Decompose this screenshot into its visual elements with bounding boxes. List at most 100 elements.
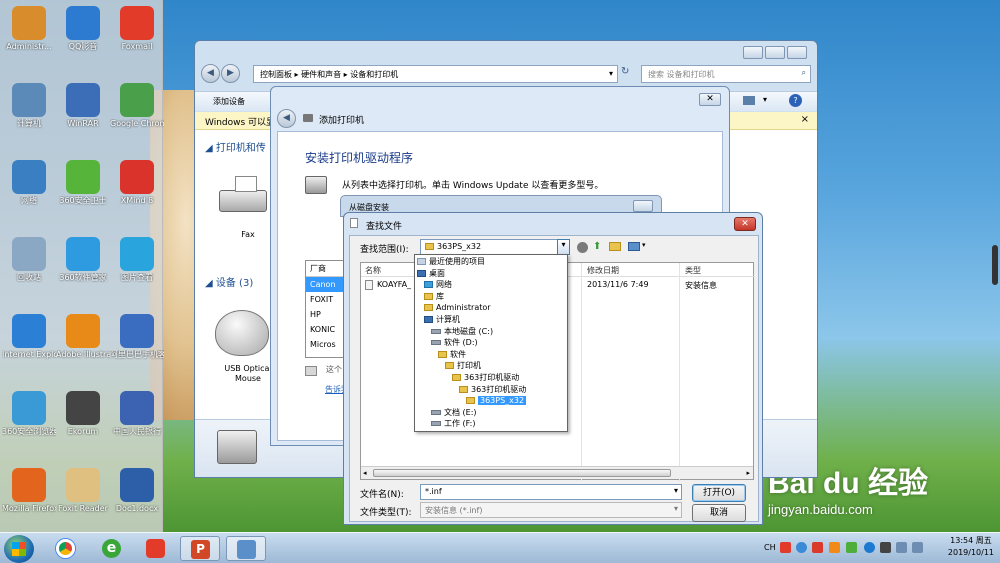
volume-tray-icon[interactable]: [912, 542, 923, 553]
manufacturer-list[interactable]: 厂商 Canon FOXIT HP KONIC Micros: [305, 260, 345, 358]
wizard-back-icon[interactable]: ◀: [277, 109, 296, 128]
lookin-list-item[interactable]: 打印机: [445, 360, 481, 371]
a-tray-icon[interactable]: [829, 542, 840, 553]
lookin-list-item[interactable]: 本地磁盘 (C:): [431, 326, 493, 337]
desktop-icon[interactable]: Mozilla Firefox: [2, 468, 56, 530]
desktop-icon[interactable]: Adobe Illustrato...: [56, 314, 110, 376]
help-tray-icon[interactable]: [796, 542, 807, 553]
desktop-icon[interactable]: 阿里巴巴手机客户端: [110, 314, 164, 376]
scroll-right-icon[interactable]: ▸: [746, 469, 750, 477]
horizontal-scrollbar[interactable]: ◂ ▸: [361, 466, 753, 479]
back-icon[interactable]: ◀: [201, 64, 220, 83]
lookin-list-item[interactable]: 软件: [438, 349, 466, 360]
start-button[interactable]: [4, 535, 34, 563]
view-icon[interactable]: [743, 96, 755, 105]
manufacturer-header[interactable]: 厂商: [306, 261, 344, 277]
lookin-list-item[interactable]: Administrator: [424, 302, 491, 313]
lookin-dropdown-icon[interactable]: ▾: [557, 239, 570, 255]
bluetooth-tray-icon[interactable]: [864, 542, 875, 553]
lookin-list-item[interactable]: 库: [424, 291, 444, 302]
desktop-icon[interactable]: 回收站: [2, 237, 56, 299]
desktop-icon[interactable]: Ekorum: [56, 391, 110, 453]
manufacturer-item[interactable]: Micros: [306, 337, 344, 352]
refresh-icon[interactable]: ↻: [621, 66, 629, 77]
lookin-list-item[interactable]: 网络: [424, 279, 452, 290]
360-tray-icon[interactable]: [846, 542, 857, 553]
lookin-list-item[interactable]: 软件 (D:): [431, 337, 478, 348]
address-dropdown-icon[interactable]: ▾: [609, 69, 613, 78]
network-tray-icon[interactable]: [896, 542, 907, 553]
breadcrumb-part[interactable]: 硬件和声音: [301, 70, 341, 79]
new-folder-icon[interactable]: [609, 242, 621, 251]
filename-input[interactable]: *.inf ▾: [420, 484, 682, 500]
address-field[interactable]: 控制面板 ▸ 硬件和声音 ▸ 设备和打印机 ▾: [253, 65, 618, 83]
desktop-icon[interactable]: Foxmail: [110, 6, 164, 68]
desktop-icon[interactable]: Doc1.docx: [110, 468, 164, 530]
sogou-tray-icon[interactable]: [780, 542, 791, 553]
up-folder-icon[interactable]: ⬆: [593, 241, 601, 252]
manufacturer-item[interactable]: Canon: [306, 277, 344, 292]
desktop-icon[interactable]: Foxit Reader: [56, 468, 110, 530]
lookin-list-item[interactable]: 计算机: [424, 314, 460, 325]
manufacturer-item[interactable]: HP: [306, 307, 344, 322]
lookin-list-item[interactable]: 363打印机驱动: [452, 372, 519, 383]
desktop-icon[interactable]: XMind 8: [110, 160, 164, 222]
chrome-taskbar-icon[interactable]: [46, 536, 86, 561]
desktop-icon[interactable]: 360安全卫士: [56, 160, 110, 222]
desktop-icon[interactable]: Google Chrome: [110, 83, 164, 145]
desktop-icon[interactable]: Administr...: [2, 6, 56, 68]
desktop-icon[interactable]: 中国人民银行: [110, 391, 164, 453]
lookin-list-item[interactable]: 363打印机驱动: [459, 384, 526, 395]
maximize-button[interactable]: [765, 46, 785, 59]
manufacturer-item[interactable]: KONIC: [306, 322, 344, 337]
wizard-close-button[interactable]: ✕: [699, 93, 721, 106]
desktop-icon[interactable]: 360安全浏览器: [2, 391, 56, 453]
breadcrumb-part[interactable]: 设备和打印机: [350, 70, 398, 79]
find-close-button[interactable]: ✕: [734, 217, 756, 231]
minimize-button[interactable]: [743, 46, 763, 59]
lookin-list-item[interactable]: 文档 (E:): [431, 407, 477, 418]
col-type[interactable]: 类型: [685, 265, 701, 276]
scrollbar-thumb[interactable]: [373, 469, 671, 477]
back-folder-icon[interactable]: [577, 242, 588, 253]
security-tray-icon[interactable]: [812, 542, 823, 553]
view-menu-dropdown-icon[interactable]: ▾: [642, 241, 646, 249]
filetype-select[interactable]: 安装信息 (*.inf) ▾: [420, 502, 682, 518]
clock[interactable]: 13:54 周五 2019/10/11: [948, 535, 994, 559]
filename-dropdown-icon[interactable]: ▾: [674, 486, 678, 495]
360-taskbar-icon[interactable]: [136, 536, 176, 561]
mouse-icon[interactable]: [215, 310, 269, 356]
filetype-dropdown-icon[interactable]: ▾: [674, 504, 678, 513]
add-device-button[interactable]: 添加设备: [213, 97, 245, 106]
antivirus-tray-icon[interactable]: [880, 542, 891, 553]
scroll-left-icon[interactable]: ◂: [363, 469, 367, 477]
ie-taskbar-icon[interactable]: e: [92, 536, 132, 561]
lookin-list-item[interactable]: 最近使用的项目: [417, 256, 485, 267]
fax-printer-icon[interactable]: [217, 176, 269, 222]
desktop-icon[interactable]: Internet Explorer: [2, 314, 56, 376]
open-button[interactable]: 打开(O): [692, 484, 746, 502]
col-name[interactable]: 名称: [365, 265, 381, 276]
view-dropdown-icon[interactable]: ▾: [763, 95, 767, 104]
lookin-dropdown-list[interactable]: 最近使用的项目 桌面 网络库 Administrator 计算机 本地磁盘 (C:) 软件 …: [414, 254, 568, 432]
cancel-button[interactable]: 取消: [692, 504, 746, 522]
lookin-combo[interactable]: 363PS_x32 ▾: [420, 239, 570, 255]
lookin-list-item[interactable]: 363PS_x32: [466, 395, 527, 406]
section-devices-header[interactable]: ◢ 设备 (3): [205, 274, 253, 289]
desktop-icon[interactable]: 图片查看: [110, 237, 164, 299]
powerpoint-taskbar-icon[interactable]: P: [180, 536, 220, 561]
desktop-icon[interactable]: 计算机: [2, 83, 56, 145]
col-date[interactable]: 修改日期: [587, 265, 619, 276]
input-language[interactable]: CH: [764, 543, 776, 552]
help-icon[interactable]: ?: [789, 94, 802, 107]
desktop-icon[interactable]: WinRAR: [56, 83, 110, 145]
info-bar-close-icon[interactable]: ×: [801, 114, 809, 125]
control-panel-taskbar-icon[interactable]: [226, 536, 266, 561]
manufacturer-item[interactable]: FOXIT: [306, 292, 344, 307]
desktop-icon[interactable]: 360软件管家: [56, 237, 110, 299]
forward-icon[interactable]: ▶: [221, 64, 240, 83]
disk-close-button[interactable]: [633, 200, 653, 212]
screen-side-handle[interactable]: [992, 245, 998, 285]
section-printers-header[interactable]: ◢ 打印机和传: [205, 139, 266, 154]
lookin-list-item[interactable]: 工作 (F:): [431, 418, 475, 429]
